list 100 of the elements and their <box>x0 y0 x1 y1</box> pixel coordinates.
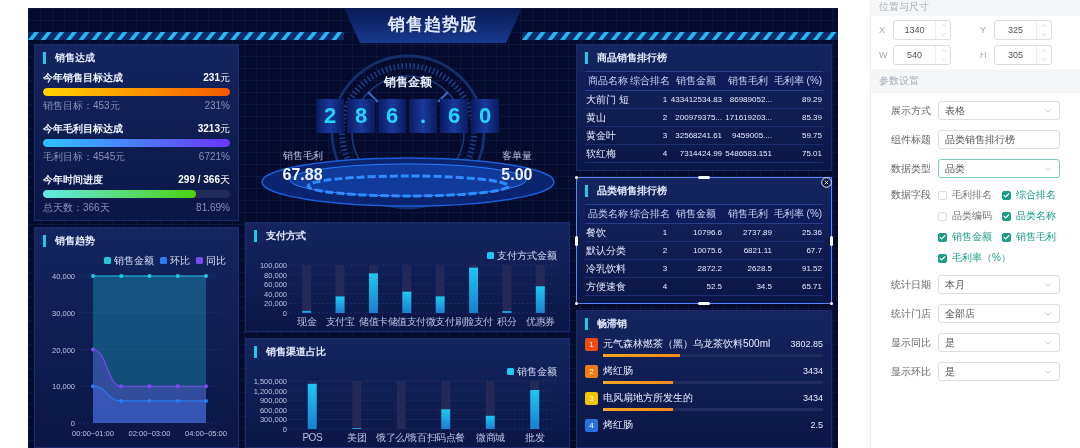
bar <box>402 291 412 313</box>
field-label: 数据类型 <box>891 161 931 176</box>
select-field[interactable]: 全部店 <box>938 304 1060 323</box>
chevron-up-icon <box>939 47 947 54</box>
data-point <box>91 347 95 352</box>
data-point <box>147 398 152 403</box>
goal-target: 销售目标：453元 <box>43 99 120 113</box>
close-icon[interactable] <box>821 177 832 188</box>
axis-label: 优惠券 <box>526 316 555 327</box>
table-cell: 34.5 <box>723 277 773 296</box>
checkbox-label[interactable]: 毛利率（%） <box>952 251 1011 265</box>
resize-handle[interactable] <box>575 176 578 179</box>
field-label: 展示方式 <box>891 103 931 118</box>
select-field[interactable]: 本月 <box>938 275 1060 294</box>
column-header: 综合排名 <box>630 204 669 224</box>
digit-tile: 6 <box>440 99 468 133</box>
digit-tile: 8 <box>347 99 375 133</box>
product-name: 元气森林燃茶（黑）乌龙茶饮料500ml <box>603 337 772 351</box>
axis-label: POS <box>302 432 323 443</box>
resize-handle[interactable] <box>698 176 710 179</box>
checkbox-label[interactable]: 销售金额 <box>952 230 992 244</box>
select-field[interactable]: 品类 <box>938 159 1060 178</box>
checkbox[interactable] <box>938 232 947 242</box>
data-point <box>147 384 152 389</box>
column-header: 商品名称 <box>585 71 631 91</box>
table-cell: 9459005.... <box>723 126 773 145</box>
bar <box>535 286 545 313</box>
table-cell: 75.01 <box>773 144 823 163</box>
table-cell: 4 <box>630 277 669 296</box>
goal-label: 今年毛利目标达成 <box>43 122 123 136</box>
legend-label: 销售金额 <box>113 255 154 266</box>
stat-label: 销售毛利 <box>282 149 323 163</box>
checkbox-label[interactable]: 品类名称 <box>1016 209 1056 223</box>
resize-handle[interactable] <box>830 235 833 246</box>
select-field[interactable]: 是 <box>938 362 1060 381</box>
goal-percent: 6721% <box>198 151 230 162</box>
input-field[interactable]: 品类销售排行榜 <box>938 130 1060 149</box>
checkbox[interactable] <box>1002 211 1011 221</box>
checkbox[interactable] <box>1002 190 1011 200</box>
checkbox-label[interactable]: 销售毛利 <box>1016 230 1056 244</box>
checkbox-label[interactable]: 品类编码 <box>952 209 992 223</box>
table-cell: 200979375... <box>668 108 724 127</box>
table-cell: 1 <box>630 223 669 242</box>
goal-target: 毛利目标：4545元 <box>43 150 126 164</box>
table-cell: 2 <box>630 108 669 127</box>
panel-title: 销售趋势 <box>43 234 230 248</box>
select-field[interactable]: 表格 <box>938 101 1060 120</box>
table-cell: 10075.6 <box>668 241 724 260</box>
checkbox-label[interactable]: 毛利排名 <box>952 188 992 202</box>
chevron-down-icon <box>1040 31 1048 38</box>
data-point <box>175 274 180 278</box>
table-cell: 7314424.99 <box>668 144 724 163</box>
data-point <box>147 274 152 278</box>
field-label: H <box>980 50 988 60</box>
resize-handle[interactable] <box>575 235 578 246</box>
goal-target: 总天数：366天 <box>43 201 110 215</box>
axis-label: 微支付 <box>425 316 455 327</box>
axis-label: 批发 <box>525 432 545 443</box>
table-cell: 方便速食 <box>585 277 631 296</box>
data-point <box>119 398 124 403</box>
checkbox[interactable] <box>1002 232 1011 242</box>
column-header: 品类名称 <box>585 204 631 224</box>
chevron-down-icon <box>939 56 947 63</box>
table-cell: 1 <box>630 90 669 109</box>
bar <box>402 265 412 292</box>
checkbox[interactable] <box>938 253 947 263</box>
table-cell: 2 <box>630 241 669 260</box>
data-point <box>175 398 180 403</box>
axis-label: 美团 <box>347 432 367 443</box>
chevron-down-icon <box>1040 56 1048 63</box>
axis-label: 微商城 <box>476 432 505 443</box>
checkbox-label[interactable]: 综合排名 <box>1016 188 1056 202</box>
panel-title: 销售渠道占比 <box>254 345 561 359</box>
table-cell: 89.29 <box>773 90 823 109</box>
column-header: 毛利率 (%) <box>773 71 823 91</box>
table-cell: 软红梅 <box>585 144 631 163</box>
chevron-up-icon <box>1040 47 1048 54</box>
legend-item: 支付方式金额 <box>487 250 557 261</box>
table-cell: 2628.5 <box>723 259 773 278</box>
bar <box>396 381 406 429</box>
check-icon <box>939 254 946 262</box>
rank-badge: 2 <box>585 364 598 378</box>
data-point <box>204 384 208 389</box>
metric-label: 销售金额 <box>383 74 432 91</box>
legend-label: 同比 <box>206 255 226 266</box>
product-name: 烤红肠 <box>603 418 634 432</box>
select-field[interactable]: 是 <box>938 333 1060 352</box>
legend-item: 销售金额 <box>104 255 154 266</box>
resize-handle[interactable] <box>698 302 710 305</box>
bar <box>535 265 545 287</box>
axis-label: 储值支付 <box>387 316 426 327</box>
legend-item: 销售金额 <box>507 366 557 377</box>
field-label: 显示同比 <box>891 335 931 350</box>
table-cell: 6821.11 <box>723 241 773 260</box>
table-cell: 433412534.83 <box>668 90 724 109</box>
product-value: 3434 <box>802 366 823 376</box>
legend-label: 销售金额 <box>516 366 557 377</box>
resize-handle[interactable] <box>830 302 833 305</box>
field-label: Y <box>980 25 987 35</box>
resize-handle[interactable] <box>575 302 578 305</box>
